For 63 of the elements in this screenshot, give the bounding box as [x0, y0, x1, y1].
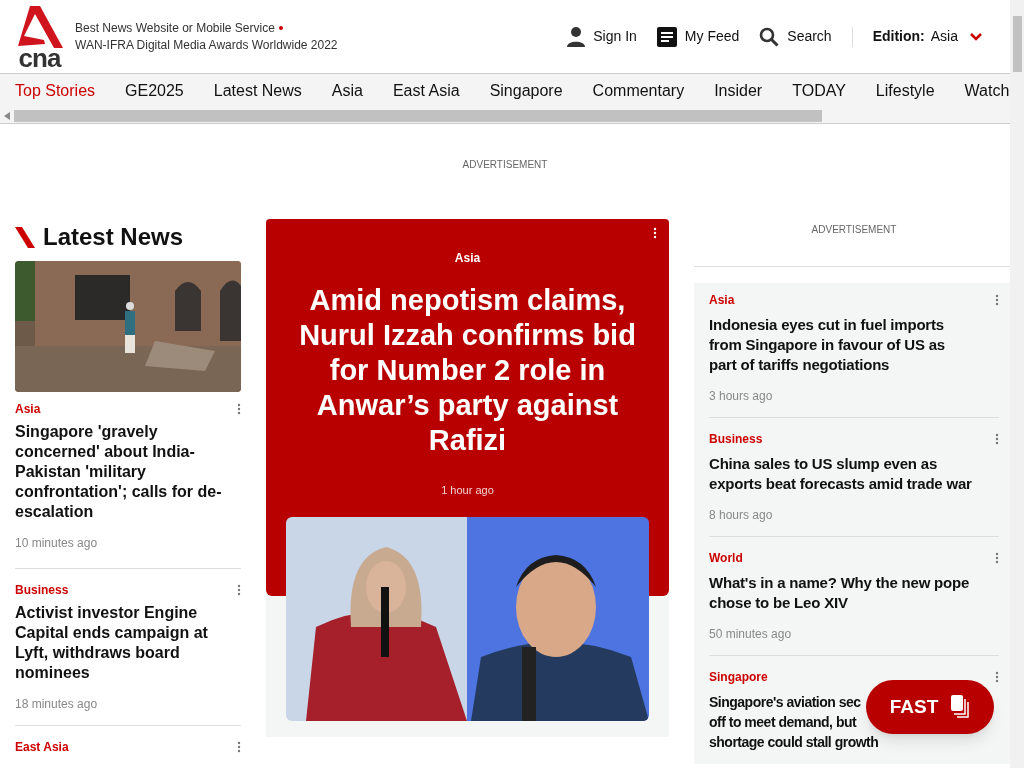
- nav-tab[interactable]: TODAY: [792, 79, 846, 104]
- more-options-icon[interactable]: [237, 741, 241, 753]
- more-options-icon[interactable]: [995, 671, 999, 683]
- chevron-down-icon: [970, 32, 982, 41]
- nav-tab[interactable]: Watch: [964, 79, 1010, 104]
- category-label[interactable]: Asia: [709, 291, 735, 309]
- more-options-icon[interactable]: [653, 227, 657, 239]
- nav-tab[interactable]: East Asia: [392, 79, 460, 104]
- award-text: WAN-IFRA Digital Media Awards Worldwide 2022: [75, 36, 338, 54]
- category-label[interactable]: Business: [709, 430, 763, 448]
- headline[interactable]: Activist investor Engine Capital ends campaign at Lyft, withdraws board nominees: [15, 603, 241, 683]
- document-icon: [656, 26, 677, 47]
- category-label[interactable]: Singapore: [709, 668, 768, 686]
- scroll-left-icon[interactable]: [4, 111, 10, 120]
- header-link[interactable]: Sign In: [567, 26, 637, 48]
- section-title: Latest News: [43, 225, 184, 249]
- vertical-scrollbar-thumb[interactable]: [1012, 16, 1022, 72]
- nav-tab[interactable]: Commentary: [592, 79, 685, 104]
- headline[interactable]: Indonesia eyes cut in fuel imports from Singapore in favour of US as part of tariffs negotiations: [709, 315, 999, 375]
- logo-mark-icon[interactable]: [16, 5, 63, 48]
- more-options-icon[interactable]: [995, 433, 999, 445]
- headline[interactable]: Singapore 'gravely concerned' about India-Pakistan 'military confrontation'; calls for de-escalation: [15, 422, 241, 522]
- pages-icon: [950, 695, 971, 719]
- more-options-icon[interactable]: [237, 584, 241, 596]
- headline-line[interactable]: shortage could stall growth: [709, 732, 879, 752]
- headline-line[interactable]: Singapore's aviation sec: [709, 692, 861, 712]
- logo-text[interactable]: cna: [18, 47, 61, 68]
- more-options-icon[interactable]: [995, 294, 999, 306]
- timestamp: 18 minutes ago: [15, 696, 99, 713]
- category-label[interactable]: Asia: [15, 400, 41, 418]
- category-label[interactable]: World: [709, 549, 743, 567]
- advertisement-label: ADVERTISEMENT: [462, 158, 548, 173]
- headline[interactable]: China sales to US slump even as exports beat forecasts amid trade war: [709, 454, 999, 494]
- category-label[interactable]: East Asia: [15, 738, 69, 756]
- nav-tab[interactable]: Singapore: [489, 79, 563, 104]
- timestamp: 10 minutes ago: [15, 535, 99, 552]
- fast-button[interactable]: FAST: [866, 680, 994, 734]
- nav-tab[interactable]: Top Stories: [15, 79, 96, 104]
- category-label[interactable]: Business: [15, 581, 69, 599]
- more-options-icon[interactable]: [237, 403, 241, 415]
- nav-tab[interactable]: Latest News: [213, 79, 302, 104]
- headline[interactable]: What's in a name? Why the new pope chose to be Leo XIV: [709, 573, 999, 613]
- headline-line[interactable]: off to meet demand, but: [709, 712, 857, 732]
- feature-headline[interactable]: Amid nepotism claims, Nurul Izzah confirms bid for Number 2 role in Anwar’s party against Rafizi: [286, 283, 649, 458]
- advertisement-label: ADVERTISEMENT: [811, 223, 897, 237]
- award-text: Best News Website or Mobile Service: [75, 19, 275, 37]
- edition-selector[interactable]: Edition: Asia: [872, 26, 982, 48]
- nav-tab[interactable]: Asia: [331, 79, 363, 104]
- timestamp: 1 hour ago: [441, 483, 494, 498]
- slash-icon: [15, 226, 35, 248]
- category-label[interactable]: Asia: [454, 249, 481, 267]
- user-icon: [567, 26, 586, 47]
- header-link[interactable]: My Feed: [656, 26, 740, 48]
- nav-tab[interactable]: Insider: [714, 79, 763, 104]
- more-options-icon[interactable]: [995, 552, 999, 564]
- search-icon: [759, 26, 780, 47]
- timestamp: 3 hours ago: [709, 388, 774, 405]
- header-link[interactable]: Search: [759, 26, 832, 48]
- horizontal-scrollbar-thumb[interactable]: [14, 109, 822, 122]
- nav-tab[interactable]: GE2025: [125, 79, 184, 104]
- nav-tab[interactable]: Lifestyle: [875, 79, 935, 104]
- timestamp: 50 minutes ago: [709, 626, 793, 643]
- timestamp: 8 hours ago: [709, 507, 774, 524]
